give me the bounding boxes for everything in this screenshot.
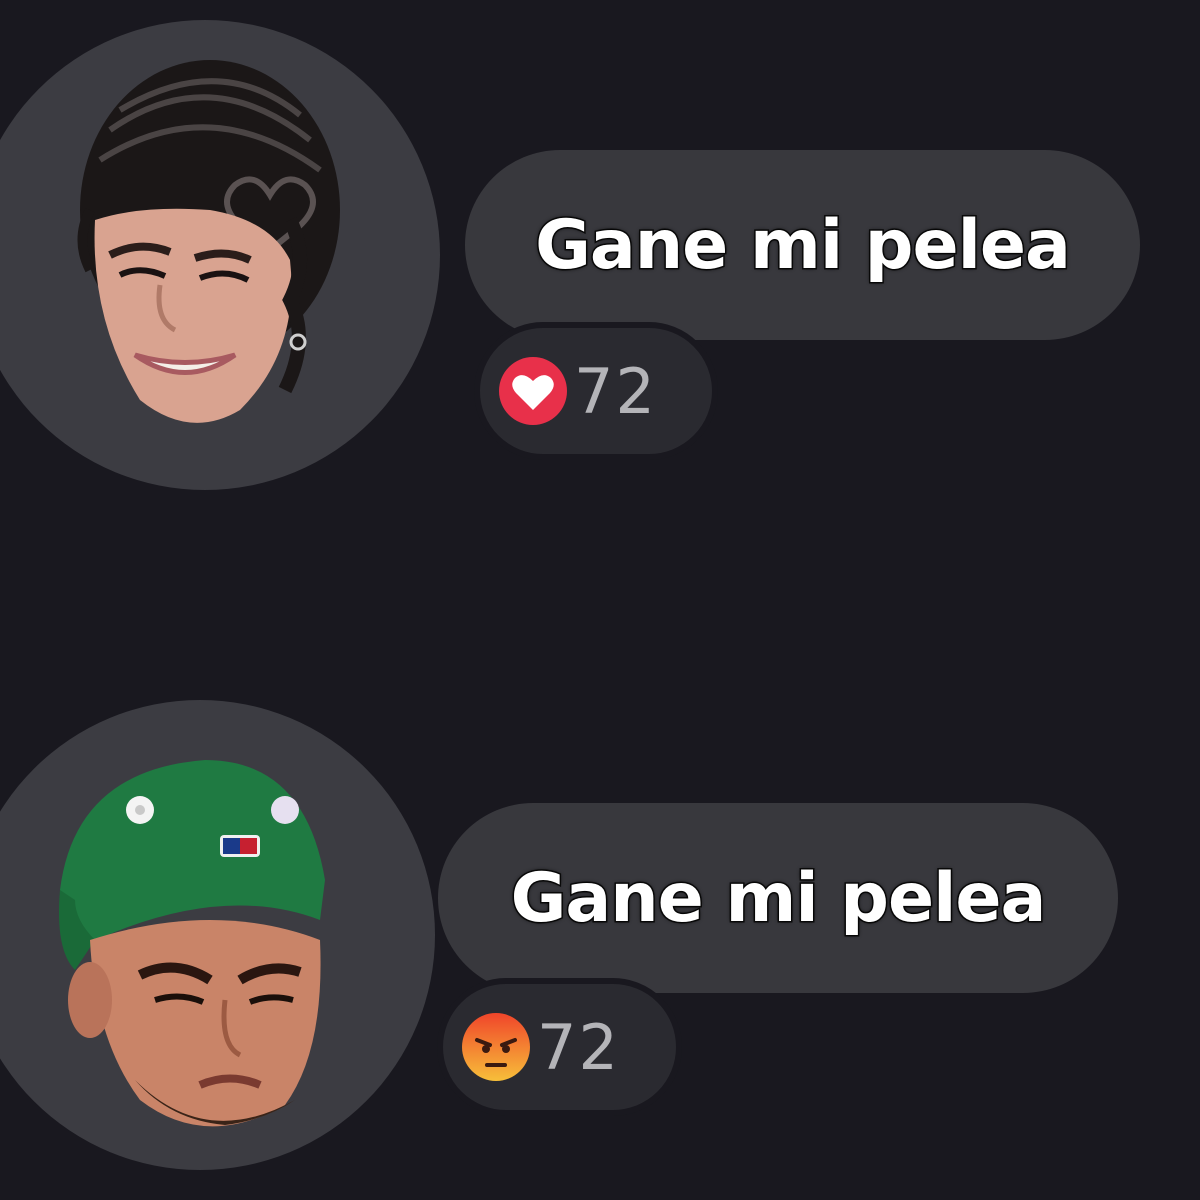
message-bubble[interactable]: Gane mi pelea (438, 803, 1118, 993)
reaction-count: 72 (574, 354, 657, 428)
message-row: Gane mi pelea 72 (0, 0, 1200, 520)
reaction-badge[interactable]: 72 (437, 978, 682, 1116)
avatar-portrait (59, 760, 325, 1127)
message-text: Gane mi pelea (509, 857, 1048, 939)
reaction-count: 72 (537, 1010, 620, 1084)
message-bubble[interactable]: Gane mi pelea (465, 150, 1140, 340)
heart-reaction-icon (499, 357, 567, 425)
reaction-badge[interactable]: 72 (474, 322, 718, 460)
avatar-portrait (77, 60, 340, 423)
avatar[interactable] (0, 20, 440, 490)
message-text: Gane mi pelea (534, 204, 1073, 286)
avatar[interactable] (0, 700, 435, 1170)
message-row: Gane mi pelea 72 (0, 680, 1200, 1200)
angry-reaction-icon (462, 1013, 530, 1081)
